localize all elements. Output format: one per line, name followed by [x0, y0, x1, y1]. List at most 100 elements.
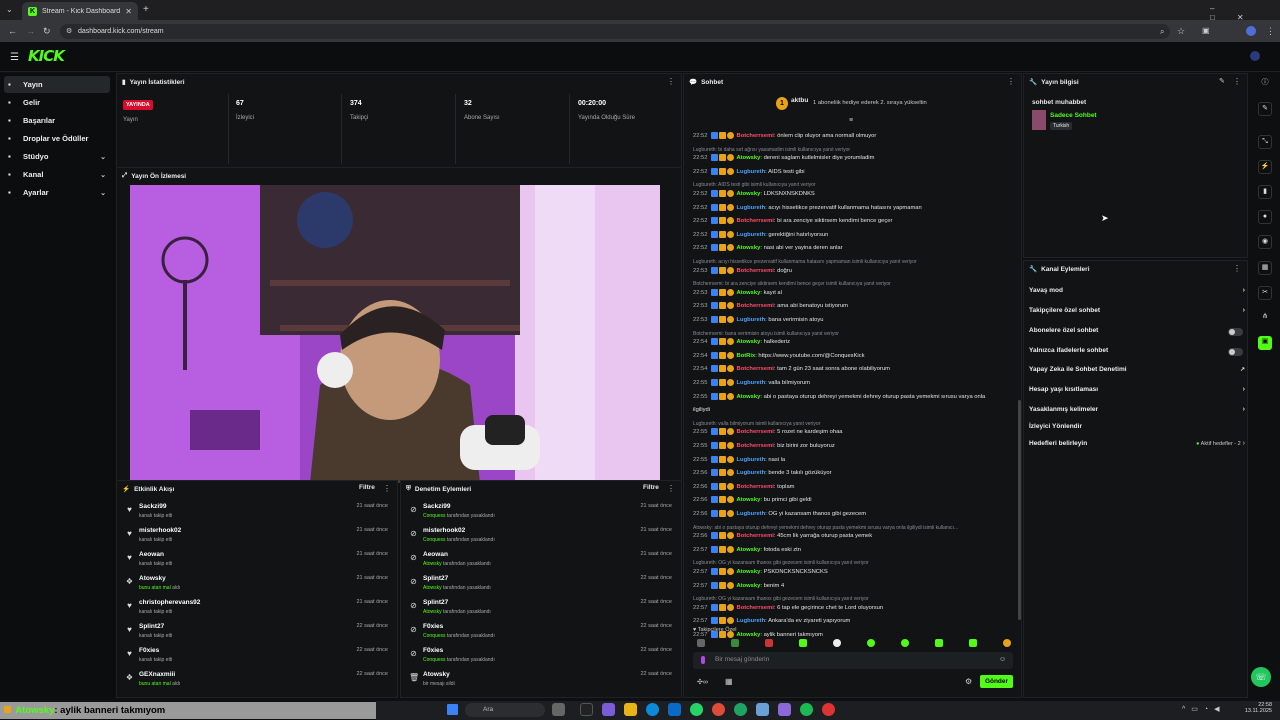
chat-message[interactable]: 22:52 Atowsky: LDKSNXNSKDNKS — [693, 190, 1019, 198]
channel-action-row[interactable]: Yalnızca ifadelerle sohbet — [1029, 347, 1247, 361]
sidebar-item-6[interactable]: ▪ Ayarlar ⌄ — [4, 184, 110, 201]
chat-username[interactable]: Atowsky — [737, 497, 761, 503]
feed-username[interactable]: Atowsky — [423, 671, 450, 678]
chat-message[interactable]: 22:52 Atowsky: dereni saglam kutlelmisler… — [693, 154, 1019, 162]
chat-username[interactable]: Botcherrsemi — [737, 218, 774, 224]
chat-username[interactable]: Botcherrsemi — [737, 484, 774, 490]
kick-logo[interactable]: KICK — [28, 47, 65, 65]
chat-username[interactable]: Botcherrsemi — [737, 605, 774, 611]
feed-username[interactable]: Sackzi99 — [139, 503, 166, 510]
chat-username[interactable]: Lugbureth — [737, 380, 766, 386]
stream-info-menu-icon[interactable]: ⋮ — [1233, 77, 1241, 86]
mic-icon[interactable] — [701, 656, 705, 664]
chat-username[interactable]: Atowsky — [737, 191, 761, 197]
chat-message[interactable]: 22:55 Lugbureth: nasi la — [693, 455, 1019, 464]
channel-actions-menu-icon[interactable]: ⋮ — [1233, 264, 1241, 273]
feed-username[interactable]: GEXnaxmiii — [139, 671, 175, 678]
emote-icon[interactable] — [901, 639, 909, 647]
back-icon[interactable]: ← — [8, 26, 17, 36]
feed-username[interactable]: Aeowan — [139, 551, 164, 558]
active-widget-icon[interactable]: ▣ — [1258, 336, 1272, 350]
sidebar-item-5[interactable]: ▪ Kanal ⌄ — [4, 166, 110, 183]
chat-bubble-icon[interactable]: ● — [1258, 210, 1272, 224]
chat-username[interactable]: Botcherrsemi — [737, 133, 774, 139]
emote-icon[interactable] — [867, 639, 875, 647]
list-item[interactable]: ⊘ Splint27 Atowsky tarafından yasaklandı 22… — [407, 573, 677, 597]
chat-message[interactable]: 22:56 Lugbureth: OG yi kazansam thanos gi… — [693, 510, 1019, 518]
chat-pause-icon[interactable]: ≡ — [849, 117, 853, 124]
channel-action-row[interactable]: Hesap yaşı kısıtlaması › — [1029, 386, 1247, 400]
bolt-icon[interactable]: ⚡ — [1258, 160, 1272, 174]
chat-message[interactable]: 22:52 Lugbureth: acıyı hissetikce prezerv… — [693, 203, 1019, 212]
chat-username[interactable]: Botcherrsemi — [737, 303, 774, 309]
chat-message[interactable]: 22:57 Atowsky: fotoda eski ztn — [693, 545, 1019, 554]
taskbar-app-icon[interactable] — [712, 703, 725, 716]
chat-message[interactable]: 22:54 BotRix: https://www.youtube.com/@Co… — [693, 351, 1019, 360]
chat-username[interactable]: Atowsky — [737, 583, 761, 589]
broadcast-icon[interactable]: ◉ — [1258, 235, 1272, 249]
edit-pencil-icon[interactable]: ✎ — [1219, 77, 1225, 85]
chat-message[interactable]: 22:55 Botcherrsemi: 5 rozet ne kardeşim o… — [693, 428, 1019, 436]
chat-message[interactable]: 22:57 Botcherrsemi: 6 tap ele geçirince c… — [693, 603, 1019, 612]
sidebar-item-1[interactable]: ▪ Gelir — [4, 94, 110, 111]
forward-icon[interactable]: → — [26, 26, 35, 36]
chat-message[interactable]: 22:52 Atowsky: nasi abi ver yayina deren … — [693, 244, 1019, 252]
list-item[interactable]: ⊘ misterhook02 Conquess tarafından yasakla… — [407, 525, 677, 549]
list-item[interactable]: ⊘ F0xies Conquess tarafından yasaklandı 22 … — [407, 645, 677, 669]
list-item[interactable]: ♥ Sackzi99 kanalı takip etti 21 saat önce — [123, 501, 393, 525]
new-tab-button[interactable]: + — [143, 4, 149, 15]
chat-username[interactable]: Atowsky — [737, 290, 761, 296]
activity-menu-icon[interactable]: ⋮ — [383, 484, 391, 493]
taskbar-app-icon[interactable] — [778, 703, 791, 716]
tab-search-icon[interactable]: ⌄ — [6, 5, 13, 14]
chat-message[interactable]: 22:52 Botcherrsemi: bi ara zenciye siktir… — [693, 217, 1019, 225]
chat-input[interactable]: Bir mesaj gönderin ☺ — [693, 652, 1013, 669]
activity-filter-button[interactable]: Filtre — [359, 484, 375, 491]
list-item[interactable]: 🗑 Atowsky bir mesajı sildi 22 saat önce — [407, 669, 677, 693]
feed-username[interactable]: F0xies — [423, 623, 443, 630]
chat-username[interactable]: Botcherrsemi — [737, 429, 774, 435]
toggle-switch[interactable] — [1228, 328, 1243, 336]
taskbar-app-icon[interactable] — [734, 703, 747, 716]
list-item[interactable]: ⊘ F0xies Conquess tarafından yasaklandı 22 … — [407, 621, 677, 645]
list-item[interactable]: ♥ christopherevans92 kanalı takip etti 21 s… — [123, 597, 393, 621]
pencil-icon[interactable]: ✎ — [1258, 102, 1272, 116]
feed-username[interactable]: Splint27 — [423, 575, 448, 582]
feed-username[interactable]: misterhook02 — [423, 527, 465, 534]
channel-action-row[interactable]: Takipçilere özel sohbet › — [1029, 307, 1247, 321]
moderation-menu-icon[interactable]: ⋮ — [667, 484, 675, 493]
taskbar-app-icon[interactable] — [800, 703, 813, 716]
taskbar-app-icon[interactable] — [668, 703, 681, 716]
chat-message[interactable]: 22:54 Botcherrsemi: tam 2 gün 23 saat son… — [693, 365, 1019, 373]
support-chat-icon[interactable]: ☏ — [1251, 667, 1271, 687]
feed-username[interactable]: Atowsky — [139, 575, 166, 582]
chat-message[interactable]: 22:55 Botcherrsemi: biz birini zor buluyo… — [693, 442, 1019, 450]
chat-message[interactable]: 22:52 Botcherrsemi: önlem clip oluyor ama… — [693, 132, 1019, 140]
taskbar-app-icon[interactable] — [822, 703, 835, 716]
sidebar-item-3[interactable]: ▪ Droplar ve Ödüller — [4, 130, 110, 147]
list-item[interactable]: ❖ GEXnaxmiii bunu atan mal aldı 22 saat önc… — [123, 669, 393, 693]
menu-hamburger-icon[interactable]: ☰ — [10, 52, 19, 63]
expand-icon[interactable]: ⤡ — [1258, 135, 1272, 149]
chat-username[interactable]: Botcherrsemi — [737, 366, 774, 372]
share-icon[interactable]: ⋔ — [1258, 311, 1272, 325]
url-bar[interactable]: dashboard.kick.com/stream — [60, 24, 1170, 39]
channel-action-row[interactable]: Yavaş mod › — [1029, 287, 1247, 301]
feed-username[interactable]: Splint27 — [139, 623, 164, 630]
emote-icon[interactable] — [1003, 639, 1011, 647]
chat-username[interactable]: Lugbureth — [737, 232, 766, 238]
emote-icon[interactable] — [833, 639, 841, 647]
chat-message[interactable]: 22:57 Lugbureth: Ankara'da ev ziyareti ya… — [693, 617, 1019, 625]
emote-icon[interactable] — [731, 639, 739, 647]
feed-username[interactable]: Aeowan — [423, 551, 448, 558]
chat-message[interactable]: 22:53 Botcherrsemi: doğru — [693, 266, 1019, 275]
chat-message[interactable]: ilgiliydi — [693, 406, 1019, 414]
feed-username[interactable]: Splint27 — [423, 599, 448, 606]
channel-action-row[interactable]: Hedefleri belirleyin ● Aktif hedefler - 2… — [1029, 440, 1247, 454]
taskbar-search[interactable]: Ara — [465, 703, 545, 717]
sidebar-item-4[interactable]: ▪ Stüdyo ⌄ — [4, 148, 110, 165]
chat-settings-icon[interactable]: ⚙ — [965, 677, 972, 686]
chat-message[interactable]: 22:55 Lugbureth: valla bilmiyorum — [693, 379, 1019, 387]
chat-username[interactable]: Atowsky — [737, 394, 761, 400]
toggle-switch[interactable] — [1228, 348, 1243, 356]
